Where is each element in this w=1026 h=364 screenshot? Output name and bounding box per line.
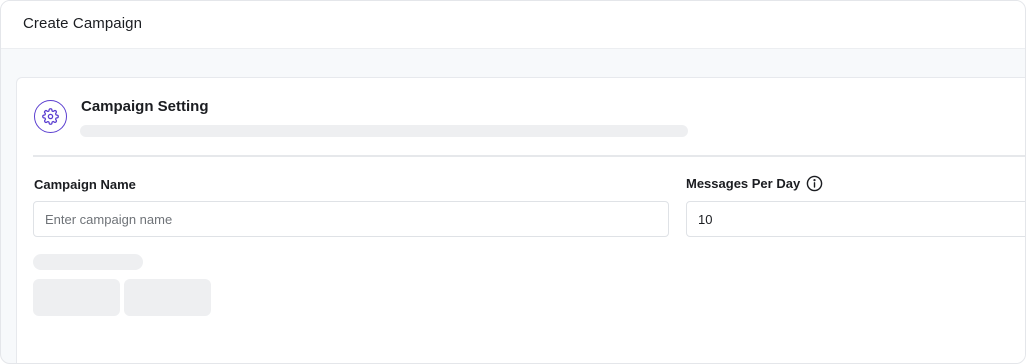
loading-skeleton-label bbox=[33, 254, 143, 270]
section-divider bbox=[33, 155, 1025, 157]
messages-per-day-input[interactable] bbox=[686, 201, 1025, 237]
section-description-skeleton bbox=[80, 125, 688, 137]
page-title: Create Campaign bbox=[23, 15, 143, 32]
campaign-name-label: Campaign Name bbox=[34, 177, 136, 192]
loading-skeleton-button bbox=[124, 279, 211, 316]
messages-per-day-label: Messages Per Day bbox=[686, 176, 801, 191]
create-campaign-panel: Create Campaign Campaign Setting Campaig… bbox=[0, 0, 1026, 364]
campaign-setting-card: Campaign Setting Campaign Name Messages … bbox=[16, 77, 1025, 363]
loading-skeleton-button bbox=[33, 279, 120, 316]
info-icon[interactable] bbox=[806, 175, 823, 192]
messages-per-day-label-row: Messages Per Day bbox=[686, 175, 823, 192]
campaign-name-input[interactable] bbox=[33, 201, 669, 237]
section-title: Campaign Setting bbox=[81, 98, 209, 115]
page-header: Create Campaign bbox=[1, 1, 1025, 49]
gear-icon bbox=[34, 100, 67, 133]
